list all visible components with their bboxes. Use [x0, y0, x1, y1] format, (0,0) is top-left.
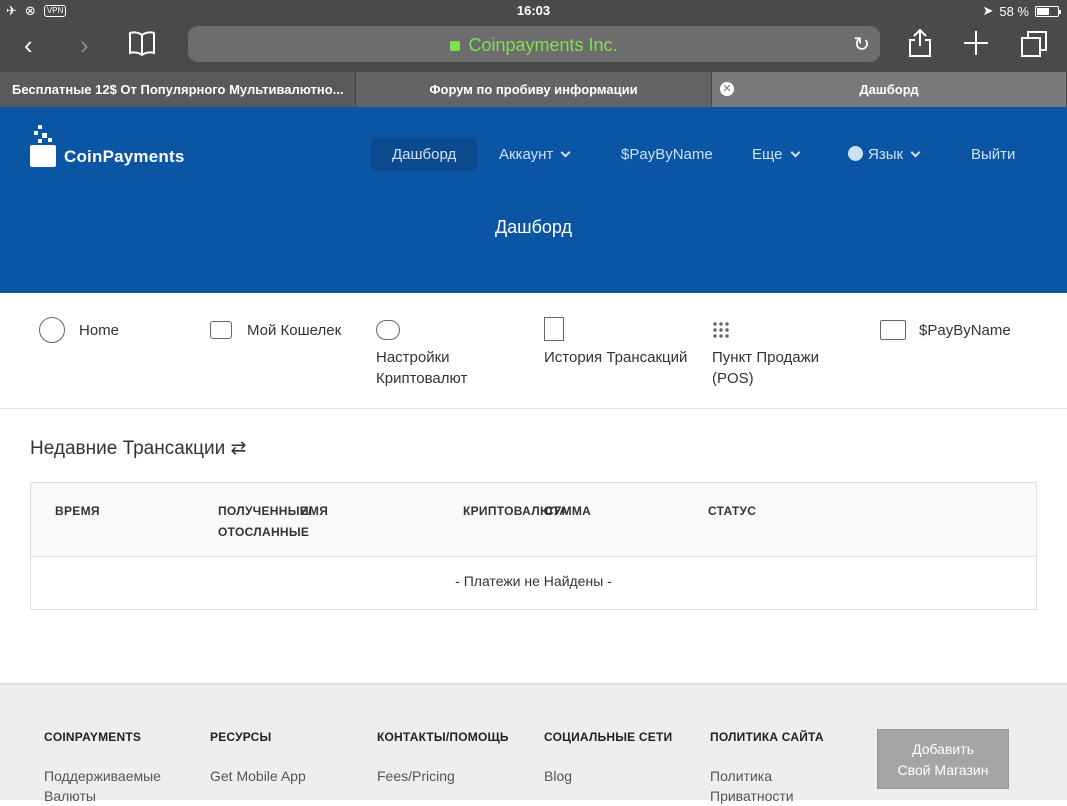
nav-language[interactable]: Язык — [848, 138, 921, 171]
nav-paybyname[interactable]: $PayByName — [621, 138, 713, 171]
clock: 16:03 — [516, 3, 551, 18]
battery-percent: 58 % — [999, 3, 1029, 19]
keypad-icon — [712, 321, 730, 339]
document-icon — [544, 317, 564, 341]
quicklink-pos[interactable]: Пункт Продажи (POS) — [712, 317, 862, 387]
browser-tab-active[interactable]: ✕ Дашборд — [712, 72, 1067, 107]
column-amount: СУММА — [545, 504, 592, 518]
transactions-table: ВРЕМЯ ПОЛУЧЕННЫЕ/ ОТОСЛАННЫЕ ИМЯ КРИПТОВ… — [30, 482, 1037, 610]
back-icon[interactable]: ‹ — [24, 32, 33, 58]
column-received: ПОЛУЧЕННЫЕ/ — [218, 504, 312, 518]
column-sent: ОТОСЛАННЫЕ — [218, 525, 310, 539]
footer-col-social: СОЦИАЛЬНЫЕ СЕТИ Blog — [544, 730, 672, 786]
nav-more-label: Еще — [752, 146, 783, 163]
chevron-down-icon — [910, 147, 921, 158]
footer-col-policy: ПОЛИТИКА САЙТА Политика Приватности — [710, 730, 824, 806]
footer-link-text: Валюты — [44, 788, 96, 804]
add-store-label: Добавить — [912, 741, 974, 757]
column-name: ИМЯ — [300, 504, 329, 518]
globe-icon — [848, 146, 863, 161]
table-header: ВРЕМЯ ПОЛУЧЕННЫЕ/ ОТОСЛАННЫЕ ИМЯ КРИПТОВ… — [31, 483, 1036, 557]
footer-link-privacy[interactable]: Политика Приватности — [710, 766, 824, 806]
footer: COINPAYMENTS Поддерживаемые Валюты РЕСУР… — [0, 683, 1067, 804]
id-card-icon — [880, 320, 906, 340]
url-text: Coinpayments Inc. — [468, 35, 618, 55]
footer-link-mobile-app[interactable]: Get Mobile App — [210, 766, 306, 786]
footer-heading: COINPAYMENTS — [44, 730, 142, 744]
footer-heading: ПОЛИТИКА САЙТА — [710, 730, 824, 744]
status-right: ➤ 58 % — [982, 3, 1061, 19]
footer-col-contacts: КОНТАКТЫ/ПОМОЩЬ Fees/Pricing — [377, 730, 509, 786]
quicklink-label: Пункт Продажи — [712, 349, 819, 366]
quicklink-label: Home — [79, 322, 120, 339]
nav-language-label: Язык — [868, 146, 904, 163]
reload-icon[interactable]: ↻ — [853, 32, 870, 57]
footer-link-currencies[interactable]: Поддерживаемые Валюты — [44, 766, 161, 806]
nav-logout[interactable]: Выйти — [971, 138, 1015, 171]
browser-tab[interactable]: Форум по пробиву информации — [356, 72, 712, 107]
quicklink-label: Криптовалют — [376, 370, 468, 387]
nav-account[interactable]: Аккаунт — [499, 138, 571, 171]
battery-icon — [1035, 5, 1061, 17]
close-tab-icon[interactable]: ✕ — [720, 82, 734, 96]
coinpayments-logo-icon — [30, 125, 58, 167]
quicklink-history[interactable]: История Трансакций — [544, 317, 704, 387]
quicklink-label: $PayByName — [919, 322, 1011, 339]
quicklink-label: История Трансакций — [544, 349, 688, 366]
share-icon[interactable] — [908, 28, 932, 62]
chevron-down-icon — [790, 147, 800, 158]
quick-links: Home Мой Кошелек Настройки Криптовалют И… — [0, 293, 1067, 409]
site-header: CoinPayments Дашборд Аккаунт $PayByName … — [0, 107, 1067, 293]
address-bar[interactable]: Coinpayments Inc. ↻ — [188, 26, 880, 62]
browser-tab[interactable]: Бесплатные 12$ От Популярного Мультивалю… — [0, 72, 356, 107]
lock-icon — [450, 41, 461, 51]
browser-tab-title: Дашборд — [859, 82, 919, 97]
nav-account-label: Аккаунт — [499, 146, 554, 163]
add-store-label: Свой Магазин — [897, 762, 989, 778]
new-tab-icon[interactable] — [963, 30, 989, 60]
footer-link-fees[interactable]: Fees/Pricing — [377, 766, 509, 786]
wallet-icon — [210, 321, 232, 339]
browser-tabs: Бесплатные 12$ От Популярного Мультивалю… — [0, 72, 1067, 107]
speedometer-icon — [39, 317, 65, 343]
add-store-button[interactable]: Добавить Свой Магазин — [877, 729, 1009, 789]
section-title: Недавние Трансакции ⇄ — [30, 438, 247, 459]
quicklink-label: Мой Кошелек — [247, 322, 342, 339]
empty-message: - Платежи не Найдены - — [455, 573, 612, 589]
logo[interactable]: CoinPayments — [30, 125, 185, 167]
column-status: СТАТУС — [708, 504, 757, 518]
battery-fill — [1037, 7, 1049, 15]
footer-link-blog[interactable]: Blog — [544, 766, 672, 786]
column-received-sent: ПОЛУЧЕННЫЕ/ ОТОСЛАННЫЕ — [218, 501, 312, 543]
footer-link-text: Поддерживаемые — [44, 768, 161, 784]
bookmarks-icon[interactable] — [128, 30, 156, 60]
footer-heading: КОНТАКТЫ/ПОМОЩЬ — [377, 730, 509, 744]
quicklink-label: Настройки — [376, 349, 450, 366]
forward-icon[interactable]: › — [80, 32, 89, 58]
footer-link-text: Приватности — [710, 788, 794, 804]
browser-toolbar: ‹ › Coinpayments Inc. ↻ — [0, 22, 1067, 72]
column-time: ВРЕМЯ — [55, 504, 100, 518]
brand-name: CoinPayments — [64, 147, 185, 166]
quicklink-label: (POS) — [712, 370, 754, 387]
coins-icon — [376, 320, 400, 340]
location-icon: ➤ — [982, 3, 994, 18]
footer-link-text: Политика — [710, 768, 772, 784]
nav-more[interactable]: Еще — [752, 138, 800, 171]
chevron-down-icon — [560, 147, 571, 158]
quicklink-crypto-settings[interactable]: Настройки Криптовалют — [376, 317, 526, 387]
status-bar: ✈ ⊗ VPN 16:03 ➤ 58 % — [0, 0, 1067, 22]
footer-heading: РЕСУРСЫ — [210, 730, 272, 744]
footer-col-resources: РЕСУРСЫ Get Mobile App — [210, 730, 306, 786]
footer-heading: СОЦИАЛЬНЫЕ СЕТИ — [544, 730, 673, 744]
page-title: Дашборд — [494, 217, 573, 237]
tabs-overview-icon[interactable] — [1020, 30, 1048, 62]
nav-dashboard[interactable]: Дашборд — [371, 138, 478, 171]
footer-col-coinpayments: COINPAYMENTS Поддерживаемые Валюты — [44, 730, 161, 806]
